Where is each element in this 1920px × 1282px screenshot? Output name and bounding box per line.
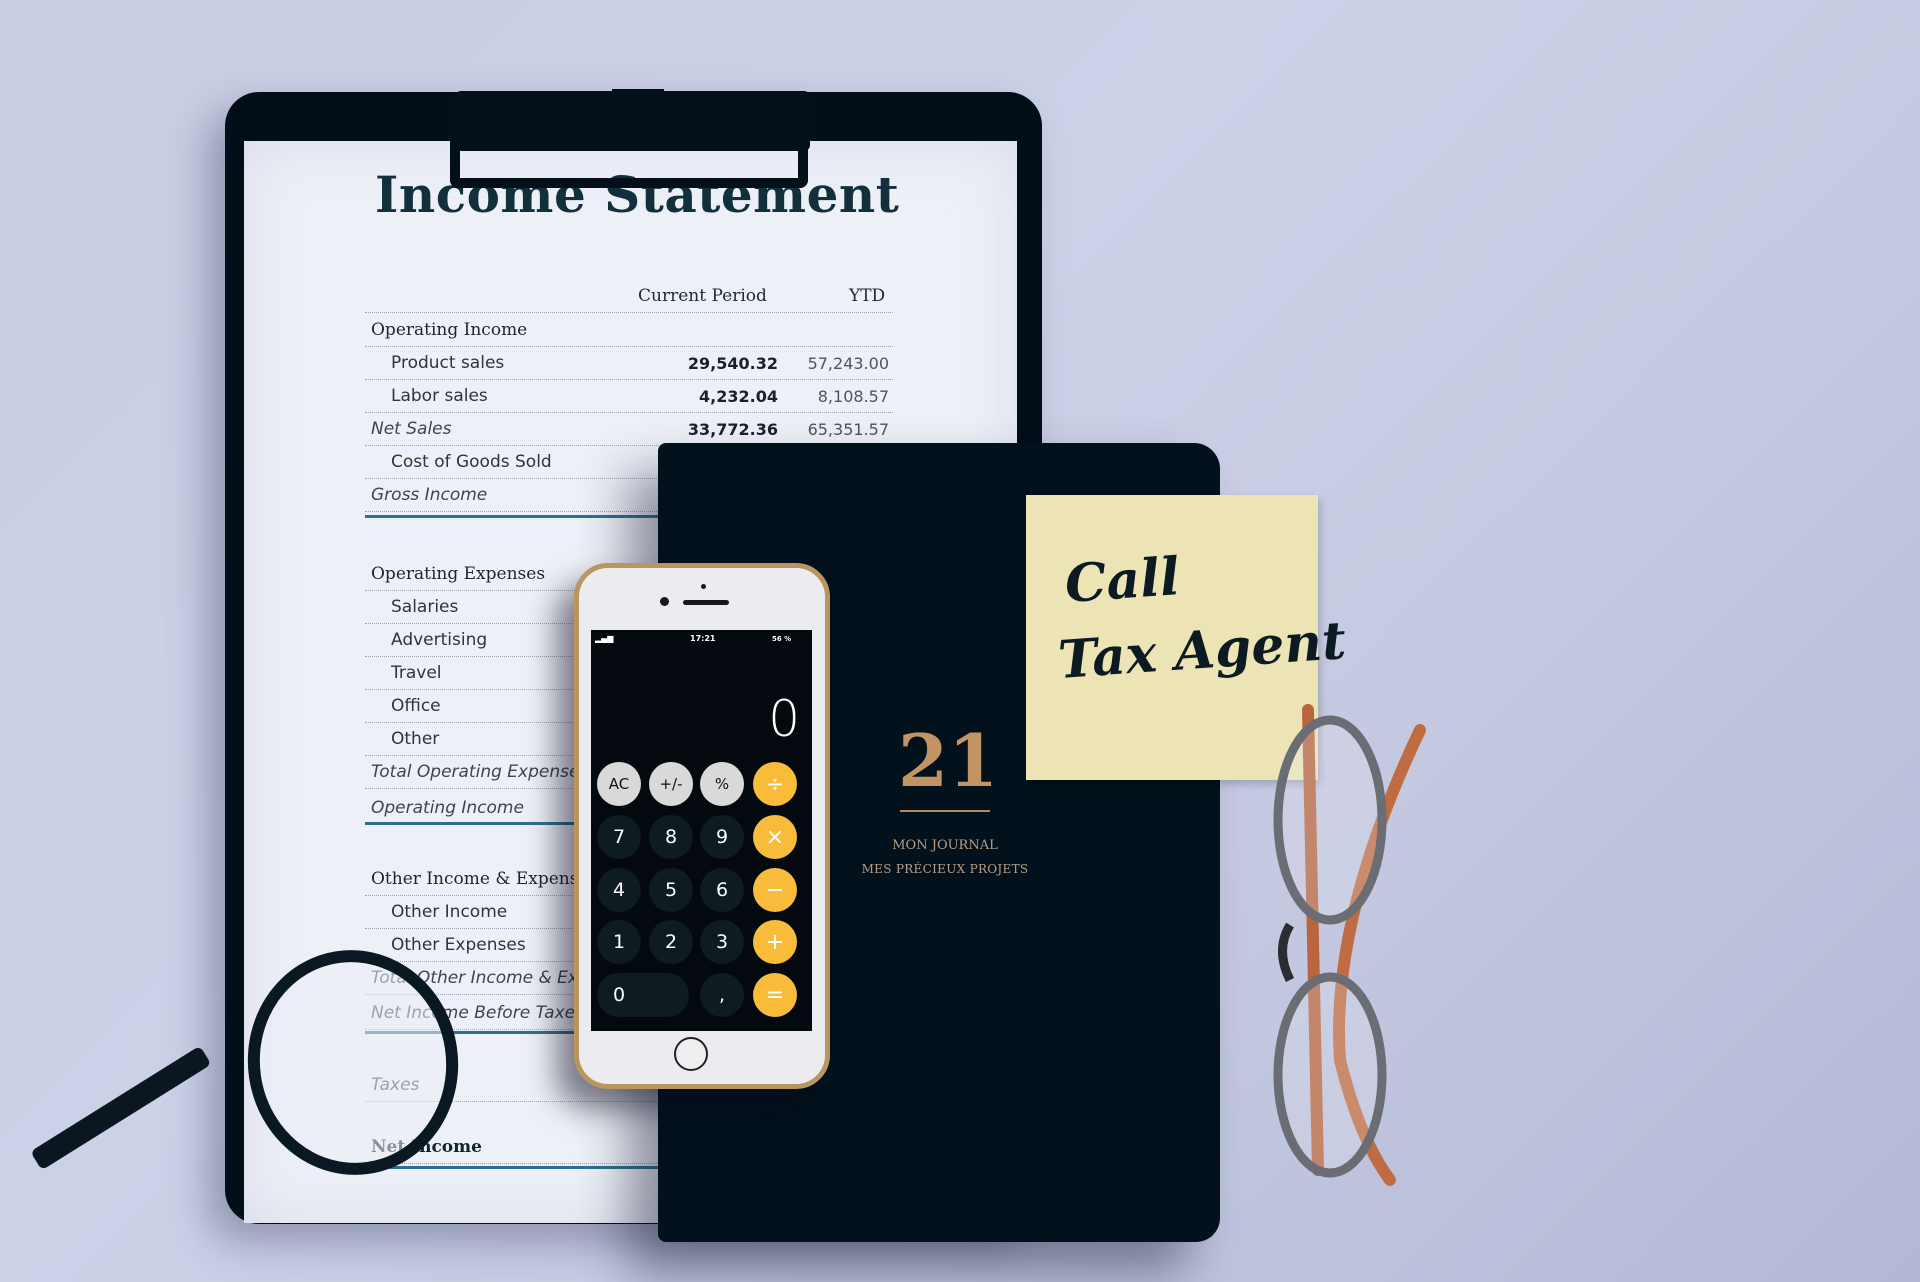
phone-sensor: [701, 584, 706, 589]
glasses-lens-bottom: [1273, 972, 1387, 1178]
journal-number: 21: [898, 718, 999, 803]
row-label: Advertising: [391, 630, 488, 650]
calc-key[interactable]: 3: [700, 920, 744, 964]
calc-key[interactable]: 8: [649, 815, 693, 859]
home-button[interactable]: [674, 1037, 708, 1071]
column-header-ytd: YTD: [849, 286, 886, 306]
calc-key[interactable]: ×: [753, 815, 797, 859]
row-label: Cost of Goods Sold: [391, 452, 552, 472]
statement-row: Product sales 29,540.32 57,243.00: [365, 346, 893, 380]
calc-key[interactable]: 2: [649, 920, 693, 964]
row-current-value: 4,232.04: [699, 387, 778, 406]
calc-key[interactable]: 1: [597, 920, 641, 964]
calc-key[interactable]: AC: [597, 762, 641, 806]
row-label: Net Sales: [371, 419, 452, 439]
row-label: Operating Income: [371, 798, 524, 818]
row-label: Other Income & Expenses: [371, 869, 598, 889]
statement-row: Labor sales 4,232.04 8,108.57: [365, 379, 893, 413]
calc-key[interactable]: ÷: [753, 762, 797, 806]
calc-key[interactable]: −: [753, 868, 797, 912]
calc-key[interactable]: 5: [649, 868, 693, 912]
row-label: Office: [391, 696, 441, 716]
sticky-note-line1: Call: [1063, 546, 1182, 615]
row-label: Operating Expenses: [371, 564, 546, 584]
row-ytd-value: 65,351.57: [807, 420, 889, 439]
row-label: Other: [391, 729, 440, 749]
calc-key[interactable]: 4: [597, 868, 641, 912]
calc-key[interactable]: 0: [597, 973, 689, 1017]
glasses-lens-top: [1273, 715, 1387, 925]
signal-bars-icon: ▂▄▆: [595, 634, 614, 643]
status-time: 17:21: [690, 634, 716, 643]
calculator-display: 0: [768, 690, 800, 748]
row-current-value: 33,772.36: [687, 420, 778, 439]
statement-row: Net Sales 33,772.36 65,351.57: [365, 412, 893, 446]
glasses-bridge: [1278, 922, 1295, 983]
calc-key[interactable]: %: [700, 762, 744, 806]
row-label: Total Operating Expenses: [371, 762, 589, 782]
row-label: Other Expenses: [391, 935, 526, 955]
front-camera-icon: [660, 597, 669, 606]
row-label: Gross Income: [371, 485, 488, 505]
journal-subtitle: MES PRÉCIEUX PROJETS: [861, 862, 1029, 876]
earpiece-speaker: [683, 600, 729, 605]
row-ytd-value: 57,243.00: [807, 354, 889, 373]
journal-divider: [900, 810, 990, 812]
calc-key[interactable]: 6: [700, 868, 744, 912]
clipboard-clip-hinge: [612, 89, 664, 109]
calc-key[interactable]: 9: [700, 815, 744, 859]
calc-key[interactable]: ,: [700, 973, 744, 1017]
row-label: Other Income: [391, 902, 508, 922]
row-label: Product sales: [391, 353, 505, 373]
row-label: Labor sales: [391, 386, 488, 406]
journal-title: MON JOURNAL: [892, 838, 998, 853]
calc-key[interactable]: =: [753, 973, 797, 1017]
calc-key[interactable]: 7: [597, 815, 641, 859]
battery-status: 56 %: [772, 635, 792, 643]
statement-row: Operating Income: [365, 313, 893, 347]
row-ytd-value: 8,108.57: [817, 387, 889, 406]
row-label: Salaries: [391, 597, 459, 617]
row-label: Travel: [391, 663, 442, 683]
calc-key[interactable]: +: [753, 920, 797, 964]
column-header-current: Current Period: [638, 286, 767, 306]
row-label: Operating Income: [371, 320, 528, 340]
row-current-value: 29,540.32: [687, 354, 778, 373]
magnifier-handle: [30, 1045, 212, 1171]
calc-key[interactable]: +/-: [649, 762, 693, 806]
eyeglasses-icon: [1273, 704, 1426, 1186]
